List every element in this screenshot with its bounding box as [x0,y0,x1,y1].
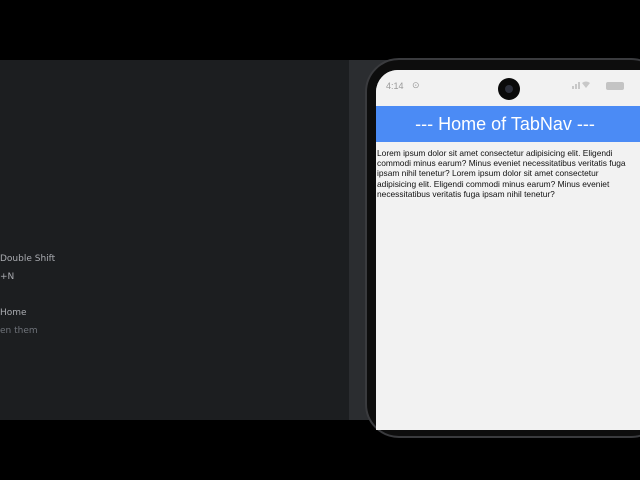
camera-cutout-icon [498,78,520,100]
hint-navigation-bar: Home [0,308,27,318]
app-bar: --- Home of TabNav --- [376,106,640,142]
status-bar: 4:14 ⊙ [376,70,640,106]
signal-icon [572,80,600,91]
hint-drop-files: en them [0,326,38,336]
hint-search-everywhere: Double Shift [0,254,56,264]
app-bar-title: --- Home of TabNav --- [415,114,595,134]
status-time: 4:14 [386,81,404,91]
hint-go-to-file: +N [0,272,15,282]
wifi-icon [582,81,590,88]
letterbox-top [0,0,640,60]
editor-empty-state: Double Shift +N Home en them [0,60,349,420]
settings-status-icon: ⊙ [412,80,420,90]
device-screen[interactable]: 4:14 ⊙ --- Home of TabNav --- Lorem ipsu… [376,70,640,430]
lorem-paragraph: Lorem ipsum dolor sit amet consectetur a… [377,148,626,199]
battery-icon [606,82,624,90]
